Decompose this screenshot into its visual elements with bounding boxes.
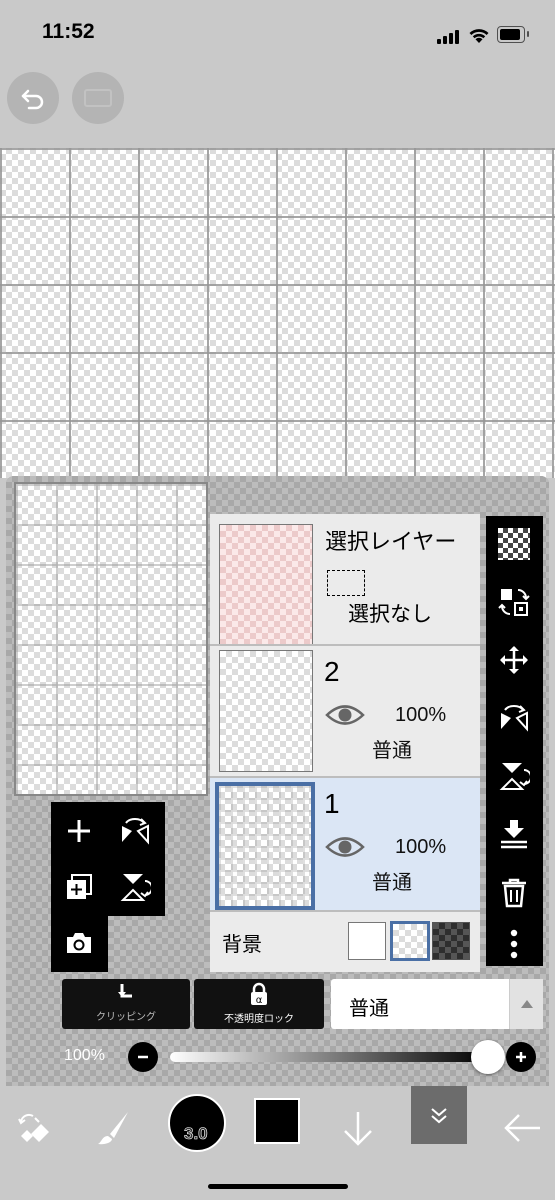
flip-vertical-icon: [499, 763, 530, 790]
swap-layer-button[interactable]: [494, 582, 534, 622]
new-layer-icon: [67, 874, 92, 899]
plus-icon: [516, 1052, 526, 1062]
checker-icon: [498, 528, 530, 560]
redo-button[interactable]: [72, 72, 124, 124]
canvas-preview: [14, 482, 208, 796]
blend-mode-dropdown-arrow[interactable]: [509, 979, 543, 1029]
triangle-up-icon: [520, 1000, 533, 1008]
status-time: 11:52: [42, 20, 95, 43]
brush-icon: [98, 1112, 128, 1145]
delete-layer-button[interactable]: [494, 872, 534, 912]
color-swatch-button[interactable]: [254, 1098, 300, 1144]
camera-icon: [67, 933, 91, 953]
double-chevron-down-icon: [431, 1108, 447, 1124]
layer-row-2[interactable]: 2 100% 普通: [210, 646, 480, 776]
selection-marquee-icon: [327, 570, 365, 596]
home-indicator: [208, 1184, 348, 1189]
move-icon: [500, 646, 528, 674]
flip-vertical-icon: [120, 874, 151, 901]
layer-thumbnail: [219, 650, 313, 772]
background-label: 背景: [222, 932, 262, 956]
flip-horizontal-button[interactable]: [114, 810, 156, 852]
visibility-eye-icon[interactable]: [325, 834, 365, 860]
layer-panel: 選択レイヤー 選択なし 2 100% 普通 1 100% 普通 背景 クリッピン…: [6, 476, 549, 1086]
swap-layers-icon: [498, 589, 530, 616]
background-transparent-option[interactable]: [390, 921, 430, 961]
arrow-left-icon: [504, 1114, 540, 1142]
arrow-down-icon: [344, 1112, 372, 1146]
opacity-decrease-button[interactable]: [128, 1042, 158, 1072]
more-options-button[interactable]: [494, 924, 534, 964]
layer-down-button[interactable]: [330, 1100, 386, 1156]
layer-opacity: 100%: [395, 836, 447, 858]
brush-tool-button[interactable]: [86, 1100, 142, 1156]
import-photo-button[interactable]: [58, 922, 100, 964]
trash-icon: [502, 878, 526, 908]
layer-blend-mode: 普通: [372, 738, 412, 762]
wifi-icon: [469, 29, 489, 43]
undo-button[interactable]: [7, 72, 59, 124]
opacity-increase-button[interactable]: [506, 1042, 536, 1072]
layer-number: 2: [324, 656, 340, 687]
signal-icon: [437, 30, 461, 44]
layer-tools-right: [486, 516, 543, 966]
brush-size-button[interactable]: 3.0: [168, 1094, 226, 1152]
clipping-label: クリッピング: [96, 1012, 156, 1023]
selection-layer-row[interactable]: 選択レイヤー 選択なし: [210, 514, 480, 646]
layer-opacity: 100%: [395, 704, 447, 726]
opacity-slider-track[interactable]: [170, 1052, 488, 1062]
bottom-toolbar: 3.0: [0, 1086, 555, 1200]
battery-icon: [497, 26, 529, 43]
opacity-slider-thumb[interactable]: [471, 1040, 505, 1074]
status-bar: 11:52: [0, 0, 555, 70]
layer-list: 選択レイヤー 選択なし 2 100% 普通 1 100% 普通 背景: [210, 514, 480, 972]
alpha-lock-button[interactable]: α 不透明度ロック: [194, 979, 324, 1029]
drawing-canvas[interactable]: [0, 148, 555, 478]
clipping-button[interactable]: クリッピング: [62, 979, 190, 1029]
brush-size-value: 3.0: [184, 1124, 208, 1144]
add-layer-button[interactable]: [58, 810, 100, 852]
layer-number: 1: [324, 788, 340, 819]
blend-mode-value: 普通: [349, 996, 389, 1020]
selection-layer-thumbnail: [219, 524, 313, 646]
background-white-option[interactable]: [348, 922, 386, 960]
flip-vertical-button[interactable]: [114, 866, 156, 908]
transparency-button[interactable]: [494, 524, 534, 564]
svg-text:α: α: [256, 995, 263, 1006]
lock-alpha-icon: α: [251, 982, 267, 1006]
layer-thumbnail: [215, 782, 315, 910]
flip-horizontal-icon: [501, 705, 528, 732]
add-layer-folder-button[interactable]: [58, 866, 100, 908]
opacity-value: 100%: [64, 1047, 105, 1064]
background-dark-option[interactable]: [432, 922, 470, 960]
selection-layer-title: 選択レイヤー: [325, 530, 457, 555]
clipping-icon: [118, 984, 132, 998]
flip-horizontal-icon: [122, 818, 149, 845]
background-row: 背景: [210, 912, 480, 972]
transform-eraser-icon: [18, 1113, 49, 1142]
flip-layer-vertical-button[interactable]: [494, 756, 534, 796]
layer-row-1[interactable]: 1 100% 普通: [210, 778, 480, 910]
alpha-lock-label: 不透明度ロック: [224, 1014, 294, 1025]
redo-icon: [84, 89, 112, 107]
move-layer-button[interactable]: [494, 640, 534, 680]
plus-icon: [68, 820, 90, 842]
merge-down-icon: [501, 820, 527, 849]
layers-menu-button[interactable]: [411, 1086, 467, 1144]
merge-down-button[interactable]: [494, 814, 534, 854]
tool-switch-button[interactable]: [5, 1100, 61, 1156]
visibility-eye-icon[interactable]: [325, 702, 365, 728]
blend-mode-select[interactable]: 普通: [331, 979, 543, 1029]
undo-icon: [21, 89, 44, 110]
back-button[interactable]: [494, 1100, 550, 1156]
minus-icon: [138, 1055, 148, 1059]
canvas-grid: [0, 148, 555, 478]
flip-layer-horizontal-button[interactable]: [494, 698, 534, 738]
layer-blend-mode: 普通: [372, 870, 412, 894]
more-vertical-icon: [510, 929, 518, 959]
selection-state: 選択なし: [348, 602, 432, 626]
